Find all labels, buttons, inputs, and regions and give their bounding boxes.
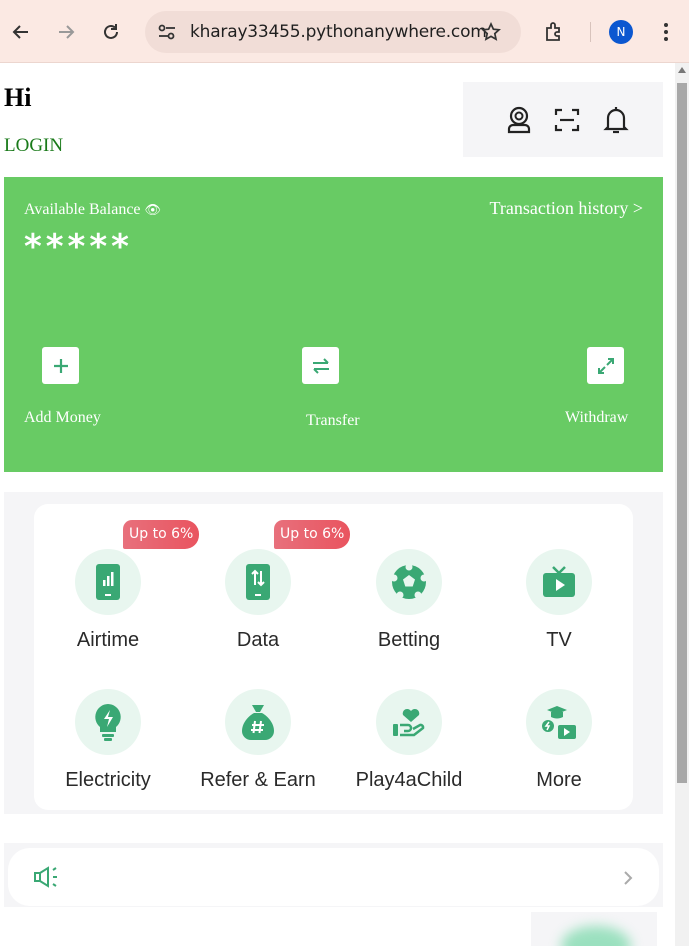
service-label: Electricity (65, 769, 151, 791)
notification-bell-icon[interactable] (600, 104, 632, 136)
site-info-icon[interactable] (157, 23, 177, 41)
promo-badge: Up to 6% (123, 520, 200, 549)
add-money-label[interactable]: Add Money (24, 409, 101, 427)
balance-card: Available Balance 👁 ***** Transaction hi… (4, 177, 663, 472)
support-agent-icon[interactable] (503, 104, 535, 136)
chevron-right-icon[interactable] (622, 870, 634, 886)
service-label: Betting (377, 629, 441, 651)
play4achild-icon-wrap (376, 689, 442, 755)
services-section: Airtime Up to 6% Data Up to 6% Betting T… (4, 492, 663, 814)
transfer-button[interactable] (302, 347, 339, 384)
service-more[interactable]: More (484, 689, 634, 792)
more-services-icon (542, 706, 576, 739)
extensions-icon[interactable] (543, 21, 565, 43)
service-airtime[interactable]: Airtime (33, 549, 183, 652)
service-label: Refer & Earn (200, 769, 316, 791)
reload-icon (104, 24, 118, 39)
refer-earn-icon-wrap (225, 689, 291, 755)
greeting-heading: Hi (4, 83, 32, 112)
add-money-button[interactable] (42, 347, 79, 384)
reload-button[interactable] (98, 19, 124, 45)
data-icon-wrap (225, 549, 291, 615)
eye-icon[interactable]: 👁 (145, 202, 162, 217)
menu-icon[interactable] (658, 22, 674, 42)
expand-arrows-icon (597, 357, 614, 374)
heart-hand-icon (393, 708, 425, 737)
transfer-label[interactable]: Transfer (306, 412, 360, 430)
announcement-bar[interactable] (8, 848, 659, 906)
service-refer-earn[interactable]: Refer & Earn (183, 689, 333, 792)
url-text[interactable]: kharay33455.pythonanywhere.com (190, 22, 487, 42)
withdraw-label[interactable]: Withdraw (565, 409, 628, 427)
service-label: Play4aChild (355, 769, 463, 791)
balance-amount: ***** (24, 227, 133, 267)
back-icon (12, 25, 28, 39)
banner-glow (561, 926, 631, 946)
page-content: Hi LOGIN Available Balance 👁 ***** Trans… (0, 63, 675, 946)
toolbar-divider (590, 22, 591, 42)
balance-label: Available Balance 👁 (24, 201, 162, 218)
services-grid: Airtime Up to 6% Data Up to 6% Betting T… (34, 504, 633, 810)
login-link[interactable]: LOGIN (4, 135, 63, 157)
scroll-up-arrow[interactable] (678, 67, 686, 73)
transfer-arrows-icon (312, 357, 329, 374)
service-tv[interactable]: TV (484, 549, 634, 652)
lightbulb-bolt-icon (95, 704, 121, 741)
service-label: More (536, 769, 582, 791)
back-button[interactable] (8, 19, 34, 45)
service-data[interactable]: Data (183, 549, 333, 652)
service-label: Data (236, 629, 280, 651)
transaction-history-link[interactable]: Transaction history > (490, 198, 643, 219)
betting-icon-wrap (376, 549, 442, 615)
megaphone-icon (34, 866, 57, 888)
promo-badge: Up to 6% (274, 520, 351, 549)
electricity-icon-wrap (75, 689, 141, 755)
withdraw-button[interactable] (587, 347, 624, 384)
more-icon-wrap (526, 689, 592, 755)
header-actions (463, 82, 663, 157)
page-scrollbar[interactable] (675, 63, 689, 946)
phone-signal-icon (96, 564, 120, 600)
forward-icon (59, 25, 75, 39)
scroll-thumb[interactable] (677, 83, 687, 783)
forward-button[interactable] (53, 19, 79, 45)
address-bar[interactable]: kharay33455.pythonanywhere.com (145, 11, 521, 53)
browser-toolbar: kharay33455.pythonanywhere.com N (0, 0, 689, 63)
service-label: TV (546, 629, 572, 651)
tv-icon-wrap (526, 549, 592, 615)
airtime-icon-wrap (75, 549, 141, 615)
plus-icon (53, 358, 68, 373)
money-bag-icon (242, 705, 274, 740)
service-label: Airtime (76, 629, 140, 651)
profile-avatar[interactable]: N (609, 20, 633, 44)
service-electricity[interactable]: Electricity (33, 689, 183, 792)
football-icon (390, 563, 428, 599)
tv-play-icon (543, 566, 575, 597)
phone-data-icon (246, 564, 270, 600)
bottom-banner-peek (531, 912, 657, 946)
service-play4achild[interactable]: Play4aChild (334, 689, 484, 792)
scan-icon[interactable] (551, 104, 583, 136)
service-betting[interactable]: Betting (334, 549, 484, 652)
bookmark-star-icon[interactable] (481, 22, 501, 42)
announcement-section (4, 843, 663, 907)
